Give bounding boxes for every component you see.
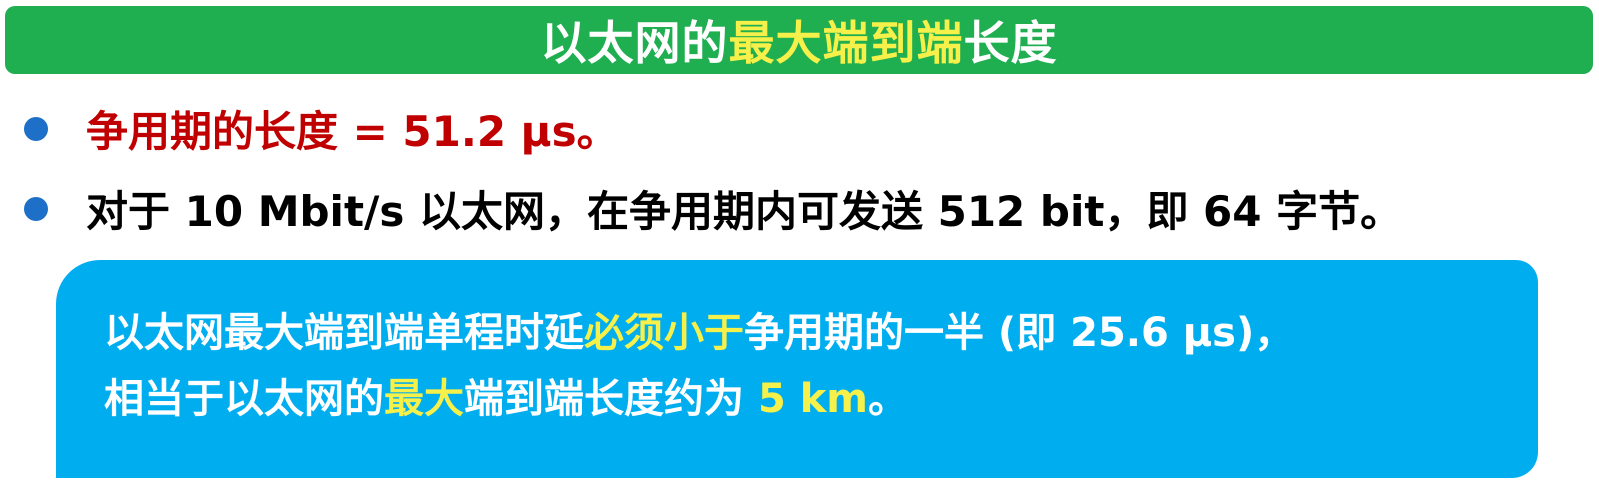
- info-line-1-part-1: 以太网最大端到端单程时延: [104, 310, 584, 356]
- info-line-2-part-1: 相当于以太网的: [104, 376, 384, 422]
- info-line-2-highlight-max: 最大: [384, 376, 464, 422]
- bullet-dot-icon: [24, 196, 48, 221]
- title-highlight: 最大端到端: [728, 16, 964, 70]
- title-part-3: 长度: [963, 16, 1058, 70]
- info-line-1-highlight: 必须小于: [584, 310, 744, 356]
- bullet-text-1: 争用期的长度 = 51.2 μs。: [86, 107, 619, 156]
- slide-title: 以太网的 最大端到端 长度: [5, 6, 1593, 74]
- info-callout-box: 以太网最大端到端单程时延必须小于争用期的一半 (即 25.6 μs)， 相当于以…: [56, 260, 1538, 478]
- bullet-item-2: 对于 10 Mbit/s 以太网，在争用期内可发送 512 bit，即 64 字…: [24, 178, 1402, 239]
- info-line-1-part-3: 争用期的一半 (即 25.6 μs)，: [744, 310, 1295, 356]
- bullet-item-1: 争用期的长度 = 51.2 μs。: [24, 98, 619, 159]
- bullet-text-2: 对于 10 Mbit/s 以太网，在争用期内可发送 512 bit，即 64 字…: [86, 187, 1403, 236]
- info-line-2: 相当于以太网的最大端到端长度约为 5 km。: [104, 366, 1538, 432]
- title-part-1: 以太网的: [540, 16, 729, 70]
- info-line-2-part-3: 端到端长度约为: [464, 376, 758, 422]
- bullet-dot-icon: [24, 116, 48, 141]
- info-line-1: 以太网最大端到端单程时延必须小于争用期的一半 (即 25.6 μs)，: [104, 300, 1538, 366]
- info-line-2-highlight-km: 5 km: [757, 376, 868, 422]
- info-line-2-part-5: 。: [867, 376, 908, 422]
